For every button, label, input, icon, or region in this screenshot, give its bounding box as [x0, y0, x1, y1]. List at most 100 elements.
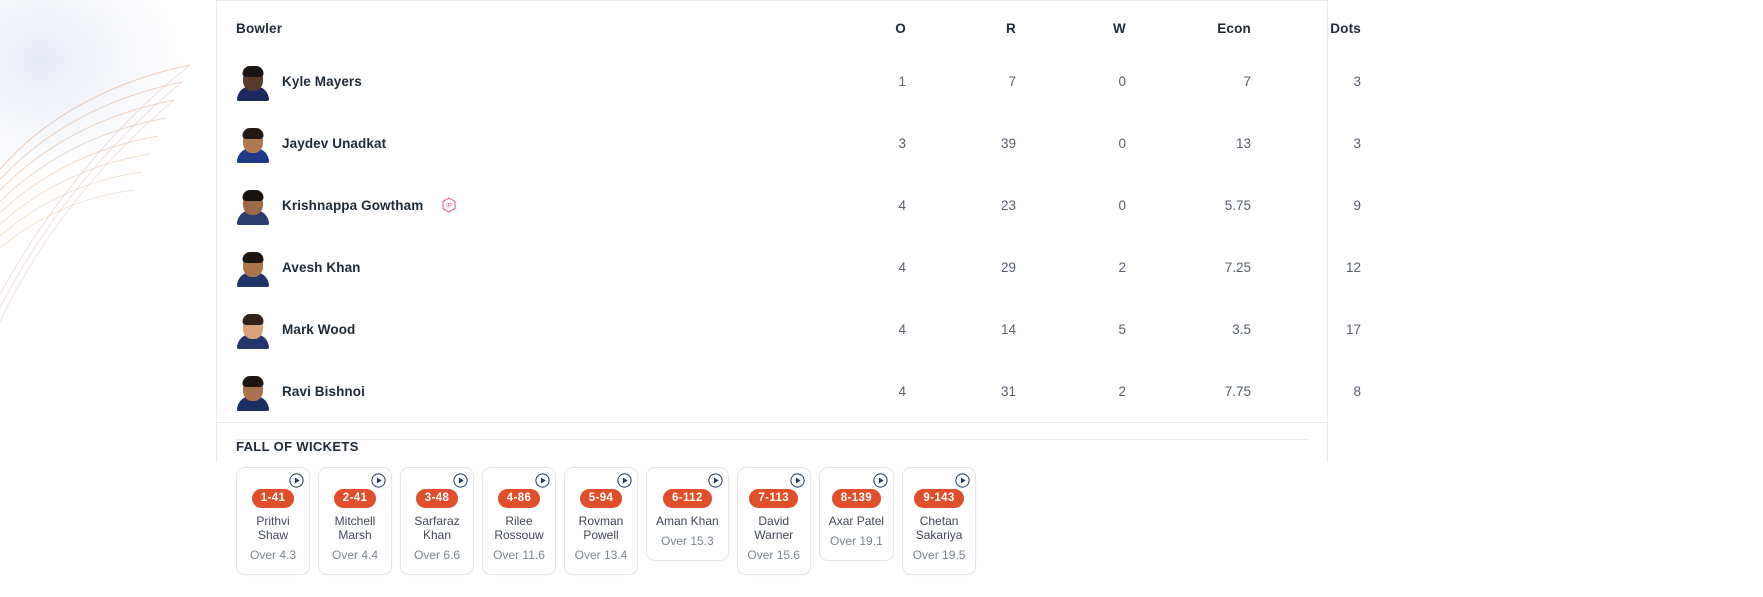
overs-value: 4 [898, 197, 906, 213]
dots-value: 12 [1345, 259, 1361, 275]
play-circle-icon[interactable] [535, 473, 550, 488]
fall-of-wicket-card[interactable]: 5-94 Rovman Powell Over 13.4 [564, 467, 638, 575]
column-header-wickets[interactable]: W [1016, 1, 1126, 50]
play-circle-icon[interactable] [873, 473, 888, 488]
overs-value: 3 [898, 135, 906, 151]
dismissed-batter-name: Aman Khan [656, 514, 719, 528]
dismissed-batter-name: Rilee Rossouw [494, 514, 544, 542]
avatar [236, 123, 270, 163]
bowler-cell: Mark Wood [236, 298, 796, 360]
column-header-bowler[interactable]: Bowler [236, 1, 796, 50]
fall-of-wicket-card[interactable]: 6-112 Aman Khan Over 15.3 [646, 467, 729, 561]
table-row: Avesh Khan 4 29 2 7.25 12 [236, 236, 1361, 298]
table-row: Jaydev Unadkat 3 39 0 13 3 [236, 112, 1361, 174]
overs-value: 4 [898, 259, 906, 275]
dismissed-batter-name: David Warner [754, 514, 794, 542]
table-row: Krishnappa Gowtham IP 4 23 0 5.75 9 [236, 174, 1361, 236]
wicket-over-label: Over 13.4 [574, 548, 628, 562]
bowler-name[interactable]: Avesh Khan [282, 260, 361, 275]
bowler-cell: Kyle Mayers [236, 50, 796, 112]
fall-of-wicket-card[interactable]: 3-48 Sarfaraz Khan Over 6.6 [400, 467, 474, 575]
fall-of-wickets-section: FALL OF WICKETS 1-41 Prithvi Shaw Over 4.3… [217, 423, 1327, 597]
economy-value: 7 [1243, 73, 1251, 89]
bowling-figures-section: Bowler O R W Econ Dots Kyle Mayers 1 7 0 7 3 J… [217, 1, 1361, 422]
runs-value: 7 [1008, 73, 1016, 89]
dots-value: 9 [1353, 197, 1361, 213]
wicket-over-label: Over 4.4 [331, 548, 379, 562]
bowler-cell: Avesh Khan [236, 236, 796, 298]
wicket-over-label: Over 4.3 [249, 548, 297, 562]
economy-value: 5.75 [1224, 197, 1251, 213]
fall-of-wicket-card[interactable]: 2-41 Mitchell Marsh Over 4.4 [318, 467, 392, 575]
wickets-value: 0 [1118, 135, 1126, 151]
dismissed-batter-name: Prithvi Shaw [256, 514, 290, 542]
wickets-value: 2 [1118, 259, 1126, 275]
play-circle-icon[interactable] [453, 473, 468, 488]
wicket-score-pill: 3-48 [415, 489, 459, 508]
wicket-over-label: Over 15.6 [747, 548, 801, 562]
wicket-score-pill: 6-112 [662, 489, 712, 508]
wickets-value: 2 [1118, 383, 1126, 399]
avatar [236, 185, 270, 225]
overs-value: 4 [898, 321, 906, 337]
wickets-value: 0 [1118, 73, 1126, 89]
wicket-score-pill: 8-139 [831, 489, 882, 508]
bowler-name[interactable]: Krishnappa Gowtham [282, 198, 423, 213]
dots-value: 17 [1345, 321, 1361, 337]
bowling-table-body: Kyle Mayers 1 7 0 7 3 Jaydev Unadkat 3 39 0 13 3 Kri… [236, 50, 1361, 422]
dismissed-batter-name: Chetan Sakariya [915, 514, 963, 542]
wickets-value: 0 [1118, 197, 1126, 213]
wicket-over-label: Over 19.5 [912, 548, 966, 562]
play-circle-icon[interactable] [708, 473, 723, 488]
column-header-overs[interactable]: O [796, 1, 906, 50]
wicket-score-pill: 1-41 [251, 489, 295, 508]
play-circle-icon[interactable] [790, 473, 805, 488]
economy-value: 3.5 [1232, 321, 1251, 337]
play-circle-icon[interactable] [371, 473, 386, 488]
play-circle-icon[interactable] [955, 473, 970, 488]
table-row: Kyle Mayers 1 7 0 7 3 [236, 50, 1361, 112]
bowling-scorecard-panel: Bowler O R W Econ Dots Kyle Mayers 1 7 0 7 3 J… [216, 0, 1361, 575]
bowler-name[interactable]: Jaydev Unadkat [282, 136, 386, 151]
wicket-over-label: Over 11.6 [493, 548, 545, 562]
avatar [236, 309, 270, 349]
table-row: Mark Wood 4 14 5 3.5 17 [236, 298, 1361, 360]
runs-value: 39 [1000, 135, 1016, 151]
fall-of-wickets-title: FALL OF WICKETS [236, 439, 359, 454]
dismissed-batter-name: Sarfaraz Khan [414, 514, 460, 542]
column-header-economy[interactable]: Econ [1126, 1, 1251, 50]
column-header-dots[interactable]: Dots [1251, 1, 1361, 50]
play-circle-icon[interactable] [617, 473, 632, 488]
bowling-table: Bowler O R W Econ Dots Kyle Mayers 1 7 0 7 3 J… [236, 1, 1361, 422]
dismissed-batter-name: Axar Patel [828, 514, 885, 528]
fall-of-wicket-card[interactable]: 7-113 David Warner Over 15.6 [736, 467, 811, 575]
avatar [236, 371, 270, 411]
wicket-over-label: Over 19.1 [830, 534, 883, 548]
dots-value: 3 [1353, 73, 1361, 89]
dismissed-batter-name: Rovman Powell [578, 514, 624, 542]
wicket-score-pill: 5-94 [579, 489, 623, 508]
wicket-score-pill: 2-41 [333, 489, 377, 508]
avatar [236, 247, 270, 287]
wicket-score-pill: 7-113 [749, 489, 799, 508]
panel-bottom-divider [236, 439, 1308, 440]
wicket-score-pill: 9-143 [914, 489, 964, 508]
bowler-name[interactable]: Ravi Bishnoi [282, 384, 365, 399]
fall-of-wicket-card[interactable]: 8-139 Axar Patel Over 19.1 [818, 467, 895, 561]
play-circle-icon[interactable] [289, 473, 304, 488]
fall-of-wicket-card[interactable]: 4-86 Rilee Rossouw Over 11.6 [482, 467, 556, 575]
table-header-row: Bowler O R W Econ Dots [236, 1, 1361, 50]
impact-player-badge-icon: IP [441, 197, 457, 213]
runs-value: 29 [1000, 259, 1016, 275]
wickets-value: 5 [1118, 321, 1126, 337]
overs-value: 4 [898, 383, 906, 399]
bowler-cell: Krishnappa Gowtham IP [236, 174, 796, 236]
avatar [236, 61, 270, 101]
bowler-name[interactable]: Mark Wood [282, 322, 355, 337]
runs-value: 14 [1000, 321, 1016, 337]
fall-of-wicket-card[interactable]: 9-143 Chetan Sakariya Over 19.5 [902, 467, 977, 575]
fall-of-wicket-card[interactable]: 1-41 Prithvi Shaw Over 4.3 [236, 467, 310, 575]
column-header-runs[interactable]: R [906, 1, 1016, 50]
bowler-name[interactable]: Kyle Mayers [282, 74, 362, 89]
runs-value: 31 [1000, 383, 1016, 399]
